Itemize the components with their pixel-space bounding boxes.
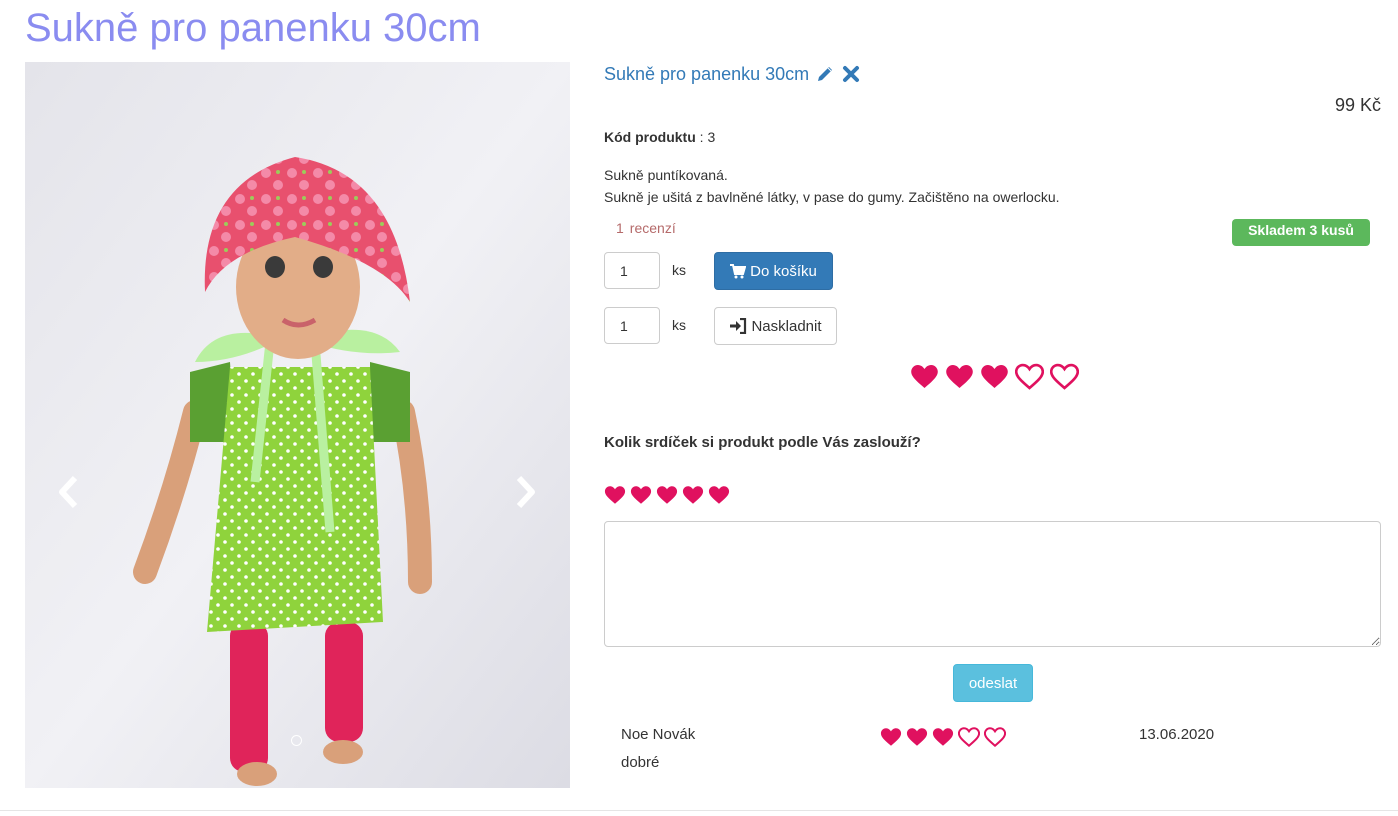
carousel-prev-button[interactable] (49, 462, 89, 522)
review-rating (880, 726, 1007, 751)
reviews-count: 1 (616, 220, 624, 236)
restock-label: Naskladnit (751, 317, 822, 335)
shopping-cart-icon (730, 264, 747, 279)
cart-unit-label: ks (672, 262, 686, 278)
submit-review-button[interactable]: odeslat (953, 664, 1033, 702)
carousel-indicator[interactable] (291, 735, 302, 746)
restock-unit-label: ks (672, 317, 686, 333)
heart-filled-icon (880, 726, 902, 751)
product-photo (25, 62, 570, 788)
add-to-cart-label: Do košíku (750, 262, 817, 280)
page-title: Sukně pro panenku 30cm (25, 6, 481, 50)
restock-button[interactable]: Naskladnit (714, 307, 837, 345)
heart-empty-icon (983, 726, 1007, 751)
heart-rate-icon[interactable] (604, 484, 626, 509)
product-code-value: 3 (707, 129, 716, 145)
heart-rate-icon[interactable] (708, 484, 730, 509)
edit-icon[interactable] (815, 64, 835, 84)
rating-input[interactable] (604, 484, 730, 509)
heart-rate-icon[interactable] (630, 484, 652, 509)
heart-rate-icon[interactable] (682, 484, 704, 509)
heart-filled-icon (980, 362, 1009, 394)
stock-badge: Skladem 3 kusů (1232, 219, 1370, 246)
chevron-right-icon (516, 475, 535, 509)
reviews-label: recenzí (629, 220, 676, 236)
carousel-next-button[interactable] (505, 462, 545, 522)
review-text: dobré (621, 754, 660, 771)
product-name: Sukně pro panenku 30cm (604, 64, 810, 84)
restock-quantity-input[interactable] (604, 307, 660, 344)
product-code-separator: : (695, 129, 708, 145)
heart-filled-icon (906, 726, 928, 751)
description-line: Sukně je ušitá z bavlněné látky, v pase … (604, 189, 1060, 205)
product-image-carousel[interactable] (25, 62, 570, 788)
heart-empty-icon (1014, 362, 1045, 394)
heart-filled-icon (932, 726, 954, 751)
product-header: Sukně pro panenku 30cm (604, 62, 861, 86)
product-price: 99 Kč (1334, 95, 1381, 115)
add-to-cart-button[interactable]: Do košíku (714, 252, 833, 290)
review-author: Noe Novák (621, 726, 696, 743)
product-description: Sukně puntíkovaná. Sukně je ušitá z bavl… (604, 164, 1060, 208)
description-line: Sukně puntíkovaná. (604, 167, 728, 183)
heart-empty-icon (957, 726, 981, 751)
chevron-left-icon (59, 475, 78, 509)
heart-filled-icon (945, 362, 974, 394)
product-code-label: Kód produktu (604, 129, 696, 145)
product-rating (910, 362, 1080, 394)
rating-question: Kolik srdíček si produkt podle Vás zaslo… (604, 434, 921, 451)
cart-quantity-input[interactable] (604, 252, 660, 289)
footer-divider (0, 810, 1398, 811)
heart-empty-icon (1049, 362, 1080, 394)
review-date: 13.06.2020 (1139, 726, 1215, 743)
product-code: Kód produktu : 3 (604, 129, 715, 145)
heart-filled-icon (910, 362, 939, 394)
delete-icon[interactable] (841, 64, 861, 84)
heart-rate-icon[interactable] (656, 484, 678, 509)
reviews-link[interactable]: 1 recenzí (616, 220, 676, 236)
review-textarea[interactable] (604, 521, 1381, 647)
log-in-icon (730, 318, 747, 334)
